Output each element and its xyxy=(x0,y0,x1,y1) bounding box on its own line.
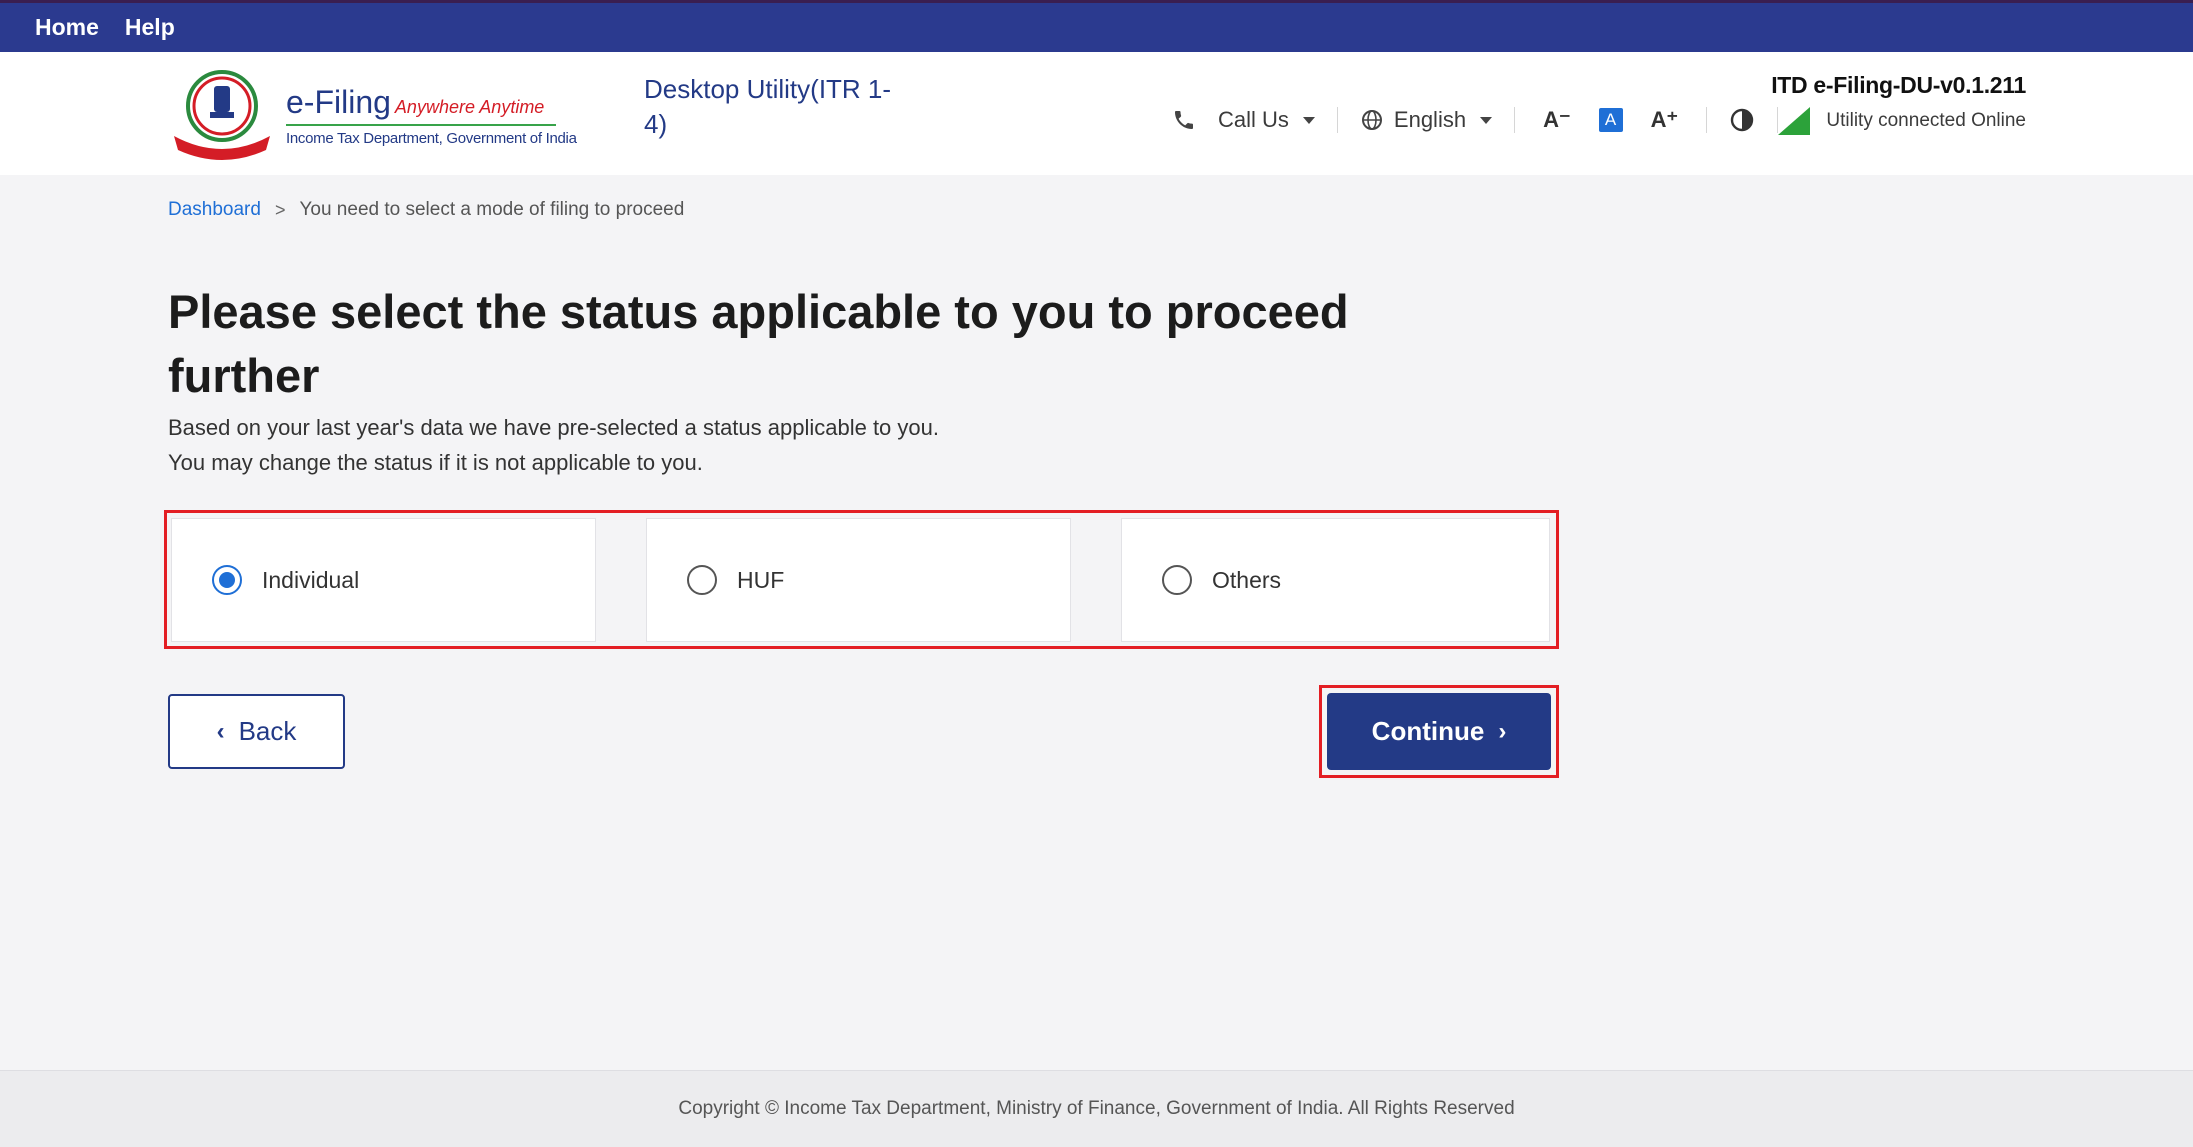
header: e-Filing Anywhere Anytime Income Tax Depa… xyxy=(0,52,2193,175)
chevron-left-icon: ‹ xyxy=(216,717,225,745)
home-link[interactable]: Home xyxy=(35,14,99,41)
breadcrumb-current: You need to select a mode of filing to p… xyxy=(299,199,685,220)
breadcrumb-dashboard[interactable]: Dashboard xyxy=(168,199,261,221)
font-default-button[interactable]: A xyxy=(1598,108,1623,132)
globe-icon xyxy=(1361,110,1382,130)
header-tools: Call Us English A⁻ A A⁺ xyxy=(1172,100,1800,140)
chevron-down-icon xyxy=(1480,116,1493,124)
radio-selected-icon[interactable] xyxy=(212,565,242,595)
continue-button-label: Continue xyxy=(1371,716,1485,746)
divider xyxy=(1514,107,1516,133)
page-description: Based on your last year's data we have p… xyxy=(168,410,939,480)
description-line: You may change the status if it is not a… xyxy=(168,450,703,475)
font-increase-button[interactable]: A⁺ xyxy=(1645,107,1685,133)
divider xyxy=(1706,107,1708,133)
breadcrumb: Dashboard > You need to select a mode of… xyxy=(168,199,684,221)
phone-icon xyxy=(1175,111,1193,129)
chevron-down-icon xyxy=(1302,116,1315,124)
status-option-huf[interactable]: HUF xyxy=(646,518,1071,642)
connection-status-label: Utility connected Online xyxy=(1826,110,2026,131)
divider xyxy=(1336,107,1338,133)
top-nav: Home Help xyxy=(0,0,2193,52)
status-option-label: HUF xyxy=(737,566,785,593)
radio-unselected-icon[interactable] xyxy=(687,565,717,595)
logo-tagline: Anywhere Anytime xyxy=(394,97,545,117)
back-button[interactable]: ‹ Back xyxy=(168,694,345,769)
logo-subtitle: Income Tax Department, Government of Ind… xyxy=(286,130,577,147)
footer: Copyright © Income Tax Department, Minis… xyxy=(0,1070,2193,1147)
signal-icon xyxy=(1778,107,1811,135)
language-label: English xyxy=(1393,107,1467,132)
logo-title: e-Filing Anywhere Anytime xyxy=(286,84,545,120)
chevron-right-icon: > xyxy=(274,199,286,220)
language-dropdown[interactable]: English xyxy=(1360,107,1493,133)
emblem-icon xyxy=(174,70,270,160)
status-option-label: Individual xyxy=(262,566,360,593)
status-option-label: Others xyxy=(1212,566,1282,593)
contrast-icon[interactable] xyxy=(1729,107,1755,133)
version-label: ITD e-Filing-DU-v0.1.211 xyxy=(1771,72,2026,98)
back-button-label: Back xyxy=(238,716,297,746)
call-us-dropdown[interactable]: Call Us xyxy=(1172,107,1315,133)
page-title: Please select the status applicable to y… xyxy=(168,285,1349,402)
chevron-right-icon: › xyxy=(1498,717,1507,745)
copyright-text: Copyright © Income Tax Department, Minis… xyxy=(678,1098,1515,1119)
font-decrease-button[interactable]: A⁻ xyxy=(1537,107,1577,133)
help-link[interactable]: Help xyxy=(125,14,175,41)
utility-title: Desktop Utility(ITR 1-4) xyxy=(644,74,892,139)
status-option-others[interactable]: Others xyxy=(1121,518,1550,642)
continue-button[interactable]: Continue › xyxy=(1327,693,1551,770)
version-panel: ITD e-Filing-DU-v0.1.211 Utility connect… xyxy=(1766,72,2026,135)
connection-status: Utility connected Online xyxy=(1766,107,2026,135)
radio-unselected-icon[interactable] xyxy=(1162,565,1192,595)
efiling-logo[interactable]: e-Filing Anywhere Anytime Income Tax Depa… xyxy=(168,66,577,164)
logo-divider xyxy=(286,124,556,126)
status-option-individual[interactable]: Individual xyxy=(171,518,596,642)
call-us-label: Call Us xyxy=(1218,107,1289,132)
description-line: Based on your last year's data we have p… xyxy=(168,415,939,440)
